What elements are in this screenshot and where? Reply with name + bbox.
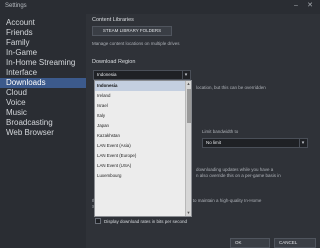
close-icon[interactable]: ✕ — [306, 2, 314, 10]
download-region-dropdown: Indonesia Ireland Israel Italy Japan Kaz… — [94, 80, 192, 217]
steam-library-folders-button[interactable]: STEAM LIBRARY FOLDERS — [92, 26, 172, 36]
download-region-select[interactable]: Indonesia ▾ — [93, 70, 191, 80]
region-option-lan-europe[interactable]: LAN Event (Europe) — [95, 151, 191, 161]
sidebar-item-interface[interactable]: Interface — [0, 68, 86, 78]
region-option-lan-usa[interactable]: LAN Event (USA) — [95, 161, 191, 171]
region-option-italy[interactable]: Italy — [95, 111, 191, 121]
region-option-japan[interactable]: Japan — [95, 121, 191, 131]
sidebar-item-in-game[interactable]: In-Game — [0, 48, 86, 58]
chevron-down-icon: ▾ — [299, 139, 306, 147]
sidebar-item-voice[interactable]: Voice — [0, 98, 86, 108]
scroll-up-icon[interactable]: ▲ — [186, 81, 191, 87]
content-libraries-desc: Manage content locations on multiple dri… — [92, 41, 180, 46]
region-option-luxembourg[interactable]: Luxembourg — [95, 171, 191, 181]
cancel-button[interactable]: CANCEL — [274, 238, 316, 248]
region-option-lan-asia[interactable]: LAN Event (Asia) — [95, 141, 191, 151]
bandwidth-label: Limit bandwidth to — [202, 129, 239, 134]
sidebar-item-account[interactable]: Account — [0, 18, 86, 28]
bandwidth-value: No limit — [206, 140, 222, 145]
streaming-text-line1: downloading updates while you have a — [196, 167, 274, 172]
bandwidth-select[interactable]: No limit ▾ — [202, 138, 308, 148]
sidebar-item-cloud[interactable]: Cloud — [0, 88, 86, 98]
scrollbar-thumb[interactable] — [187, 89, 191, 123]
region-option-israel[interactable]: Israel — [95, 101, 191, 111]
chevron-down-icon: ▾ — [182, 71, 189, 79]
settings-sidebar: Account Friends Family In-Game In-Home S… — [0, 14, 86, 248]
bits-label: Display download rates in bits per secon… — [104, 219, 188, 224]
bits-checkbox[interactable] — [95, 218, 101, 224]
minimize-icon[interactable]: – — [292, 2, 300, 10]
region-option-indonesia[interactable]: Indonesia — [95, 81, 191, 91]
title-bar: Settings – ✕ — [0, 0, 320, 14]
download-region-value: Indonesia — [97, 72, 117, 77]
sidebar-item-in-home-streaming[interactable]: In-Home Streaming — [0, 58, 86, 68]
streaming-text-line2: n also override this on a per-game basis… — [196, 173, 281, 178]
download-region-note: location, but this can be overridden — [196, 85, 266, 90]
sidebar-item-downloads[interactable]: Downloads — [0, 78, 86, 88]
sidebar-item-family[interactable]: Family — [0, 38, 86, 48]
ok-button[interactable]: OK — [230, 238, 270, 248]
dropdown-scrollbar[interactable]: ▲ ▼ — [185, 81, 191, 216]
sidebar-item-music[interactable]: Music — [0, 108, 86, 118]
download-region-title: Download Region — [92, 59, 136, 65]
content-libraries-title: Content Libraries — [92, 17, 134, 23]
scroll-down-icon[interactable]: ▼ — [186, 210, 191, 216]
region-option-kazakhstan[interactable]: Kazakhstan — [95, 131, 191, 141]
region-option-ireland[interactable]: Ireland — [95, 91, 191, 101]
sidebar-item-web-browser[interactable]: Web Browser — [0, 128, 86, 138]
window-title: Settings — [5, 3, 27, 9]
sidebar-item-broadcasting[interactable]: Broadcasting — [0, 118, 86, 128]
sidebar-item-friends[interactable]: Friends — [0, 28, 86, 38]
